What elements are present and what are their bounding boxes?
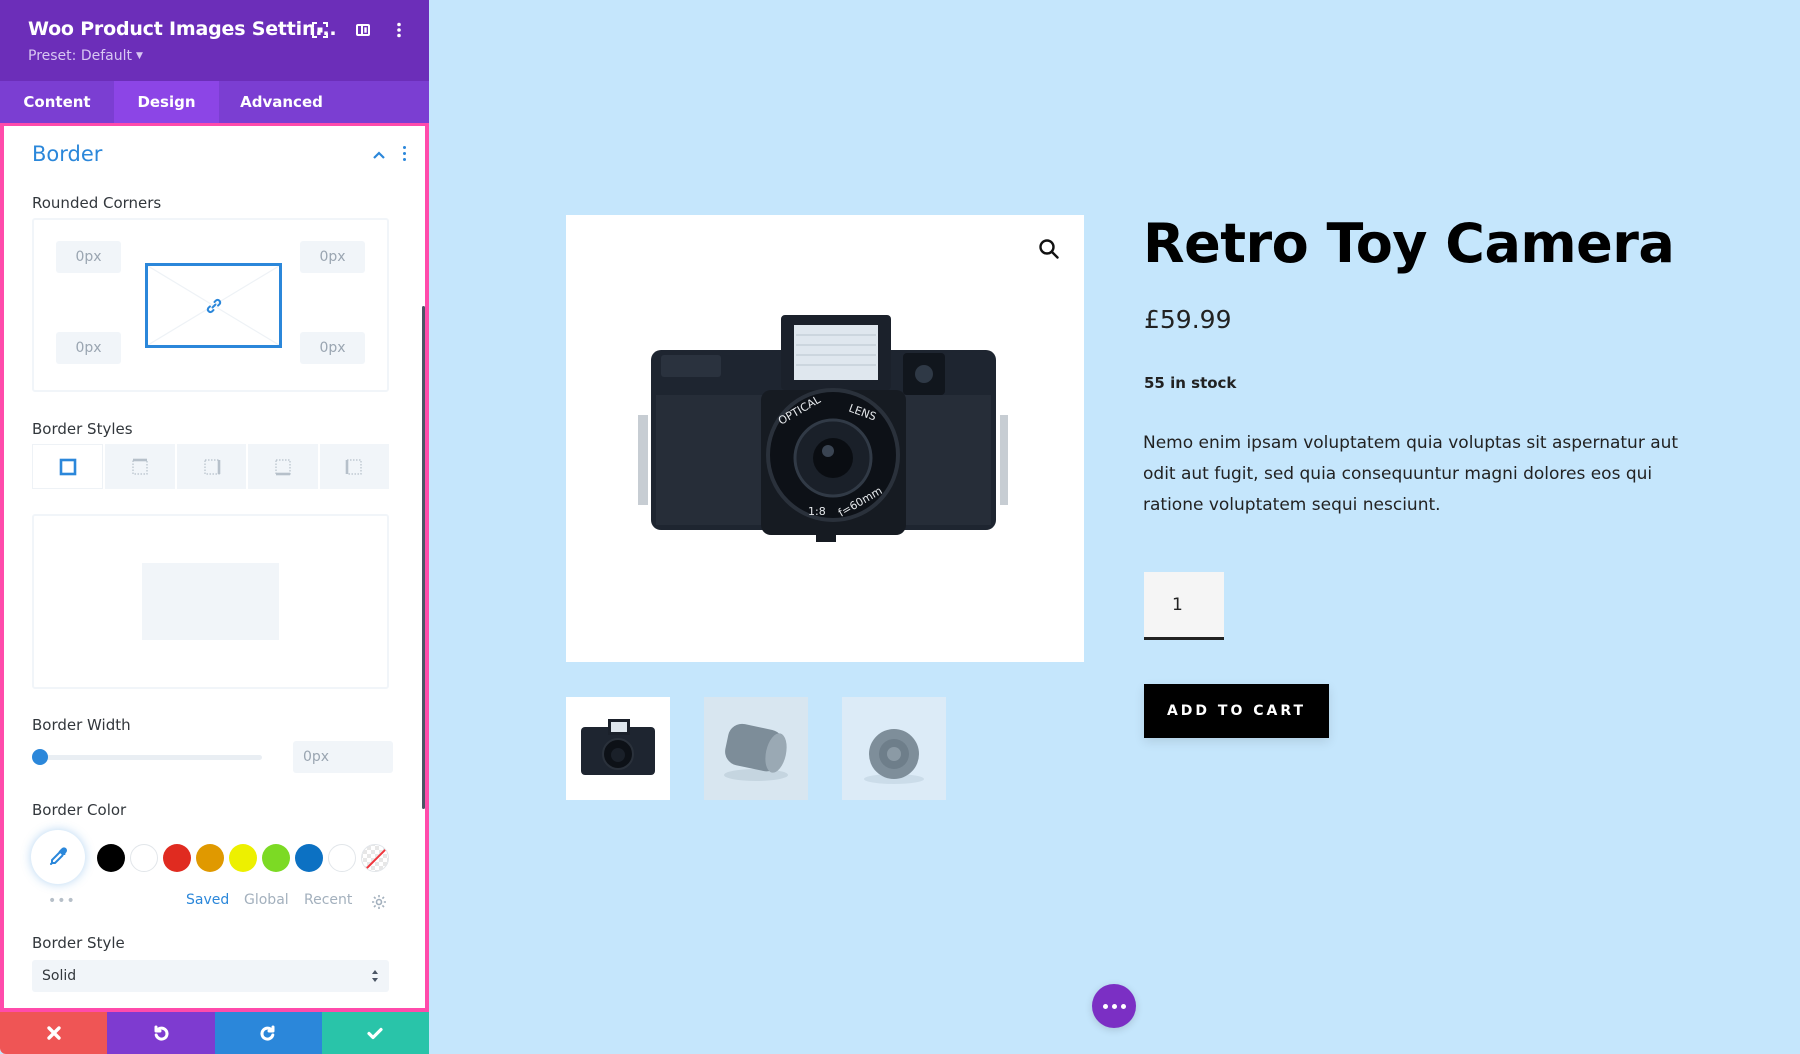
gear-icon[interactable] xyxy=(371,894,387,910)
border-width-label: Border Width xyxy=(32,716,131,734)
color-swatch-green[interactable] xyxy=(262,844,290,872)
border-width-slider[interactable] xyxy=(36,755,262,760)
thumbnail-lens-front-image xyxy=(864,729,924,784)
border-preview-sample xyxy=(142,563,279,640)
page-settings-fab[interactable] xyxy=(1092,984,1136,1028)
thumbnail-camera-image xyxy=(581,719,655,775)
color-swatch-none[interactable] xyxy=(361,844,389,872)
color-picker-button[interactable] xyxy=(31,830,85,884)
corner-bottom-left-input[interactable]: 0px xyxy=(56,332,121,364)
palette-tab-recent[interactable]: Recent xyxy=(304,892,352,908)
product-thumbnail-1[interactable] xyxy=(566,697,670,800)
border-top-icon xyxy=(132,458,148,475)
border-style-all-button[interactable] xyxy=(32,444,104,489)
border-style-right-button[interactable] xyxy=(176,444,247,489)
border-preview-box xyxy=(32,514,389,689)
undo-icon xyxy=(154,1025,169,1041)
zoom-icon[interactable] xyxy=(1038,238,1060,260)
dot xyxy=(1111,1003,1117,1009)
panel-content: Border Rounded Corners 0px 0px 0px 0px B… xyxy=(0,123,429,1012)
add-to-cart-button[interactable]: ADD TO CART xyxy=(1144,684,1329,738)
border-styles-selector xyxy=(32,444,390,489)
color-swatch-white[interactable] xyxy=(130,844,158,872)
svg-text:1:8: 1:8 xyxy=(808,505,826,518)
border-width-input[interactable]: 0px xyxy=(293,741,393,773)
corner-top-right-input[interactable]: 0px xyxy=(300,241,365,273)
stock-status: 55 in stock xyxy=(1144,374,1237,392)
product-description: Nemo enim ipsam voluptatem quia voluptas… xyxy=(1143,433,1679,515)
tab-advanced[interactable]: Advanced xyxy=(219,81,344,123)
color-swatch-black[interactable] xyxy=(97,844,125,872)
product-thumbnail-2[interactable] xyxy=(704,697,808,800)
border-style-top-button[interactable] xyxy=(105,444,175,489)
select-arrows-icon xyxy=(372,970,378,982)
quantity-input[interactable]: 1 xyxy=(1144,572,1224,640)
border-bottom-icon xyxy=(275,458,291,475)
color-swatch-orange[interactable] xyxy=(196,844,224,872)
palette-tab-saved[interactable]: Saved xyxy=(186,892,229,908)
product-main-image[interactable]: OPTICAL LENS 1:8 f=60mm xyxy=(566,215,1084,662)
chevron-up-icon[interactable] xyxy=(372,148,386,162)
camera-image: OPTICAL LENS 1:8 f=60mm xyxy=(638,315,1008,542)
dot xyxy=(1120,1003,1126,1009)
more-vertical-icon[interactable] xyxy=(390,21,408,39)
product-thumbnail-3[interactable] xyxy=(842,697,946,800)
panel-tabs: Content Design Advanced xyxy=(0,81,429,123)
more-colors-icon[interactable]: ••• xyxy=(48,893,76,909)
border-right-icon xyxy=(203,458,220,475)
tab-content[interactable]: Content xyxy=(0,81,114,123)
sidebar-layout-icon[interactable] xyxy=(354,21,372,39)
check-icon xyxy=(367,1027,383,1040)
palette-tab-global[interactable]: Global xyxy=(244,892,289,908)
panel-action-bar xyxy=(0,1012,429,1054)
rounded-corners-control: 0px 0px 0px 0px xyxy=(32,218,389,392)
dot xyxy=(1102,1003,1108,1009)
color-swatch-red[interactable] xyxy=(163,844,191,872)
thumbnail-lens-side-image xyxy=(724,723,788,781)
border-left-icon xyxy=(346,458,362,475)
eyedropper-icon xyxy=(50,847,67,865)
link-icon xyxy=(206,298,222,314)
border-color-label: Border Color xyxy=(32,801,127,819)
color-swatch-yellow[interactable] xyxy=(229,844,257,872)
section-more-icon[interactable] xyxy=(402,146,408,164)
border-style-left-button[interactable] xyxy=(319,444,390,489)
preset-dropdown[interactable]: Preset: Default ▼ xyxy=(28,48,143,64)
border-style-select[interactable]: Solid xyxy=(32,960,389,992)
border-style-bottom-button[interactable] xyxy=(248,444,318,489)
border-all-icon xyxy=(59,458,77,475)
expand-icon[interactable] xyxy=(311,21,329,39)
undo-button[interactable] xyxy=(107,1012,215,1054)
corner-bottom-right-input[interactable]: 0px xyxy=(300,332,365,364)
tab-design[interactable]: Design xyxy=(114,81,219,123)
panel-title: Woo Product Images Settin... xyxy=(28,18,337,40)
discard-button[interactable] xyxy=(0,1012,108,1054)
redo-icon xyxy=(260,1025,275,1041)
color-swatch-white-2[interactable] xyxy=(328,844,356,872)
border-styles-label: Border Styles xyxy=(32,420,133,438)
close-icon xyxy=(46,1026,61,1040)
product-price: £59.99 xyxy=(1144,305,1232,334)
corner-top-left-input[interactable]: 0px xyxy=(56,241,121,273)
redo-button[interactable] xyxy=(214,1012,322,1054)
border-style-label: Border Style xyxy=(32,934,125,952)
panel-scrollbar[interactable] xyxy=(422,306,425,809)
panel-header: Woo Product Images Settin... Preset: Def… xyxy=(0,0,429,81)
settings-panel: Woo Product Images Settin... Preset: Def… xyxy=(0,0,429,1054)
color-swatch-blue[interactable] xyxy=(295,844,323,872)
product-title: Retro Toy Camera xyxy=(1143,212,1675,275)
section-title-border[interactable]: Border xyxy=(32,142,102,166)
corner-preview-link-toggle[interactable] xyxy=(145,263,282,348)
caret-down-icon: ▼ xyxy=(135,51,143,61)
border-width-slider-handle[interactable] xyxy=(32,749,48,765)
save-button[interactable] xyxy=(321,1012,429,1054)
border-style-value: Solid xyxy=(42,968,77,984)
preset-label: Preset: Default xyxy=(28,48,132,64)
rounded-corners-label: Rounded Corners xyxy=(32,194,162,212)
